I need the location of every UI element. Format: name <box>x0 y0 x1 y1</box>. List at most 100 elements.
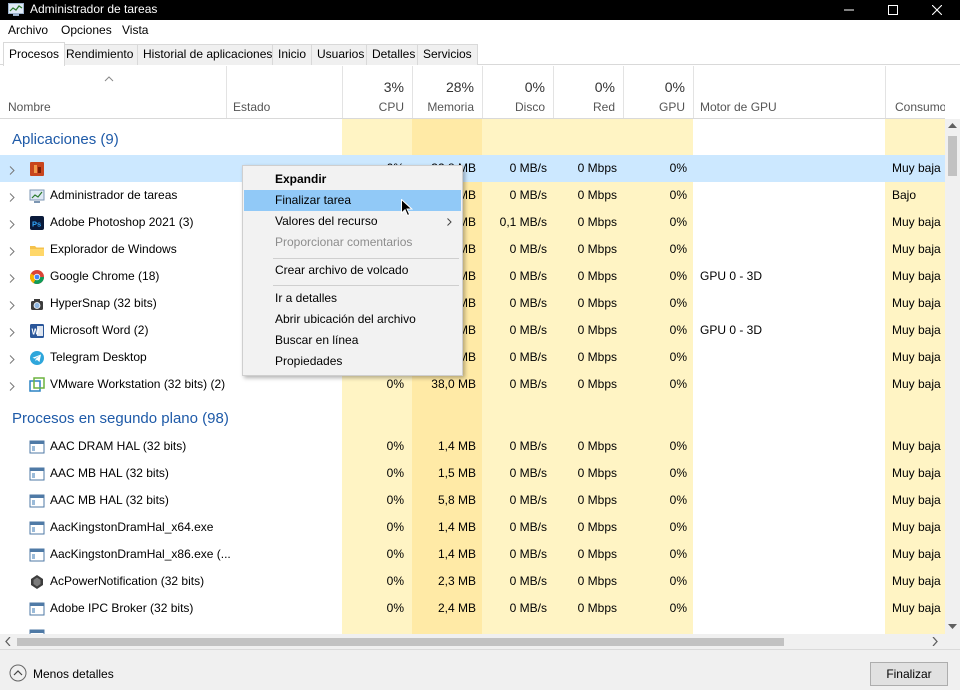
horizontal-scroll-thumb[interactable] <box>17 638 784 646</box>
process-row-adobe-ipc-broker-32-bits[interactable]: Adobe IPC Broker (32 bits) 0% 2,4 MB 0 MB/s… <box>0 595 945 622</box>
tab-usuarios[interactable]: Usuarios <box>311 44 371 65</box>
expand-chevron-icon[interactable] <box>9 272 15 286</box>
gpu-engine-label: Motor de GPU <box>700 100 777 114</box>
minimize-button[interactable] <box>826 0 872 20</box>
disk-label: Disco <box>514 100 545 114</box>
expand-chevron-icon[interactable] <box>9 326 15 340</box>
expand-chevron-icon[interactable] <box>9 299 15 313</box>
process-row-adobe-photoshop-2021-3[interactable]: Ps Adobe Photoshop 2021 (3) MB 0,1 MB/s 0 Mb… <box>0 209 945 236</box>
scroll-right-icon[interactable] <box>932 637 938 646</box>
collapse-details-icon[interactable] <box>9 664 27 682</box>
tab-detalles[interactable]: Detalles <box>366 44 422 65</box>
process-row-google-chrome-18[interactable]: Google Chrome (18) MB 0 MB/s 0 Mbps 0% GPU 0 … <box>0 263 945 290</box>
process-gpu-value: 0% <box>669 377 687 391</box>
scroll-down-icon[interactable] <box>948 624 957 630</box>
svg-text:Ps: Ps <box>32 220 41 229</box>
window-title: Administrador de tareas <box>30 2 158 16</box>
process-row-aac-mb-hal-32-bits[interactable]: AAC MB HAL (32 bits) 0% 5,8 MB 0 MB/s 0 Mbps… <box>0 487 945 514</box>
expand-chevron-icon[interactable] <box>9 218 15 232</box>
column-status-header[interactable]: Estado <box>226 66 342 118</box>
process-name: AacKingstonDramHal_x64.exe <box>50 520 214 534</box>
vertical-scroll-thumb[interactable] <box>948 136 957 176</box>
footer-bar: Menos detalles Finalizar tarea <box>0 649 960 690</box>
process-gpu-engine-value: GPU 0 - 3D <box>700 323 763 337</box>
maximize-button[interactable] <box>870 0 916 20</box>
tab-rendimiento[interactable]: Rendimiento <box>60 44 140 65</box>
expand-chevron-icon[interactable] <box>9 164 15 178</box>
service-window-icon <box>29 547 45 563</box>
expand-chevron-icon[interactable] <box>9 245 15 259</box>
menu-item-end-task[interactable]: Finalizar tarea <box>244 190 461 211</box>
menu-vista[interactable]: Vista <box>122 23 148 38</box>
process-row-explorador-de-windows[interactable]: Explorador de Windows MB 0 MB/s 0 Mbps 0% Muy… <box>0 236 945 263</box>
column-gpu-engine-header[interactable]: Motor de GPU <box>693 66 885 118</box>
menu-item-create-dump[interactable]: Crear archivo de volcado <box>244 260 461 281</box>
column-gpu-header[interactable]: 0% GPU <box>623 66 693 118</box>
process-disk-value: 0 MB/s <box>509 547 547 561</box>
process-name: VMware Workstation (32 bits) (2) <box>50 377 226 391</box>
menu-item-go-to-details[interactable]: Ir a detalles <box>244 288 461 309</box>
process-name: Google Chrome (18) <box>50 269 160 283</box>
process-row-aackingstondramhal-x86-exe[interactable]: AacKingstonDramHal_x86.exe (... 0% 1,4 MB 0… <box>0 541 945 568</box>
menu-archivo[interactable]: Archivo <box>8 23 48 38</box>
service-window-icon <box>29 601 45 617</box>
process-disk-value: 0 MB/s <box>509 601 547 615</box>
vertical-scrollbar[interactable] <box>945 119 960 634</box>
cpu-label: CPU <box>378 100 404 114</box>
scroll-up-icon[interactable] <box>948 123 957 129</box>
process-row-aac-dram-hal-32-bits[interactable]: AAC DRAM HAL (32 bits) 0% 1,4 MB 0 MB/s 0 Mb… <box>0 433 945 460</box>
menu-item-properties[interactable]: Propiedades <box>244 351 461 372</box>
tab-inicio[interactable]: Inicio <box>272 44 313 65</box>
process-row-telegram-desktop[interactable]: Telegram Desktop MB 0 MB/s 0 Mbps 0% Muy baja <box>0 344 945 371</box>
hypersnap-icon <box>29 296 45 312</box>
process-row-aackingstondramhal-x64-exe[interactable]: AacKingstonDramHal_x64.exe 0% 1,4 MB 0 MB/s… <box>0 514 945 541</box>
menu-bar: Archivo Opciones Vista <box>0 20 960 41</box>
process-net-value: 0 Mbps <box>577 188 617 202</box>
process-row-vmware-workstation-32-bits-2[interactable]: VMware Workstation (32 bits) (2) 0% 38,0 M… <box>0 371 945 398</box>
process-name: Adobe Photoshop 2021 (3) <box>50 215 194 229</box>
process-name: AcPowerNotification (32 bits) <box>50 574 205 588</box>
tab-procesos[interactable]: Procesos <box>3 42 66 66</box>
tab-servicios[interactable]: Servicios <box>417 44 478 65</box>
expand-chevron-icon[interactable] <box>9 353 15 367</box>
expand-chevron-icon[interactable] <box>9 380 15 394</box>
word-icon: W <box>29 323 45 339</box>
process-row-microsoft-word-2[interactable]: W Microsoft Word (2) MB 0 MB/s 0 Mbps 0% GPU 0… <box>0 317 945 344</box>
column-name-header[interactable]: Nombre <box>8 100 51 114</box>
menu-opciones[interactable]: Opciones <box>61 23 112 38</box>
tab-historial-aplicaciones[interactable]: Historial de aplicaciones <box>137 44 279 65</box>
title-bar[interactable]: Administrador de tareas <box>0 0 960 20</box>
menu-item-open-file-location[interactable]: Abrir ubicación del archivo <box>244 309 461 330</box>
scrollbar-corner <box>945 634 960 649</box>
column-disk-header[interactable]: 0% Disco <box>482 66 553 118</box>
process-gpu-value: 0% <box>669 493 687 507</box>
sort-ascending-icon <box>104 76 114 82</box>
column-power-header[interactable]: Consumo de <box>885 66 945 118</box>
less-details-link[interactable]: Menos detalles <box>33 667 114 681</box>
process-cpu-value: 0% <box>386 439 404 453</box>
process-row-selected-app[interactable]: 0%32,8 MB0 MB/s0 Mbps0%Muy baja <box>0 155 945 182</box>
column-memory-header[interactable]: 28% Memoria <box>412 66 482 118</box>
gpu-label: GPU <box>658 100 685 114</box>
menu-item-resource-values[interactable]: Valores del recurso <box>244 211 461 232</box>
menu-item-expand[interactable]: Expandir <box>244 169 461 190</box>
process-power-value: Bajo <box>892 188 917 202</box>
process-row-acpowernotification-32-bits[interactable]: AcPowerNotification (32 bits) 0% 2,3 MB 0 M… <box>0 568 945 595</box>
horizontal-scrollbar[interactable] <box>0 634 945 649</box>
process-disk-value: 0 MB/s <box>509 466 547 480</box>
scroll-left-icon[interactable] <box>5 637 11 646</box>
column-network-header[interactable]: 0% Red <box>553 66 623 118</box>
service-window-icon <box>29 466 45 482</box>
process-row-partial[interactable] <box>0 622 945 634</box>
process-row-administrador-de-tareas[interactable]: Administrador de tareas MB 0 MB/s 0 Mbps 0% B… <box>0 182 945 209</box>
process-row-hypersnap-32-bits[interactable]: HyperSnap (32 bits) MB 0 MB/s 0 Mbps 0% Muy b… <box>0 290 945 317</box>
column-cpu-header[interactable]: 3% CPU <box>342 66 412 118</box>
end-task-button[interactable]: Finalizar tarea <box>870 662 948 690</box>
process-mem-value: 5,8 MB <box>437 493 476 507</box>
menu-item-search-online[interactable]: Buscar en línea <box>244 330 461 351</box>
process-row-aac-mb-hal-32-bits[interactable]: AAC MB HAL (32 bits) 0% 1,5 MB 0 MB/s 0 Mbps… <box>0 460 945 487</box>
close-button[interactable] <box>914 0 960 20</box>
process-gpu-value: 0% <box>669 323 687 337</box>
process-power-value: Muy baja <box>892 296 941 310</box>
expand-chevron-icon[interactable] <box>9 191 15 205</box>
